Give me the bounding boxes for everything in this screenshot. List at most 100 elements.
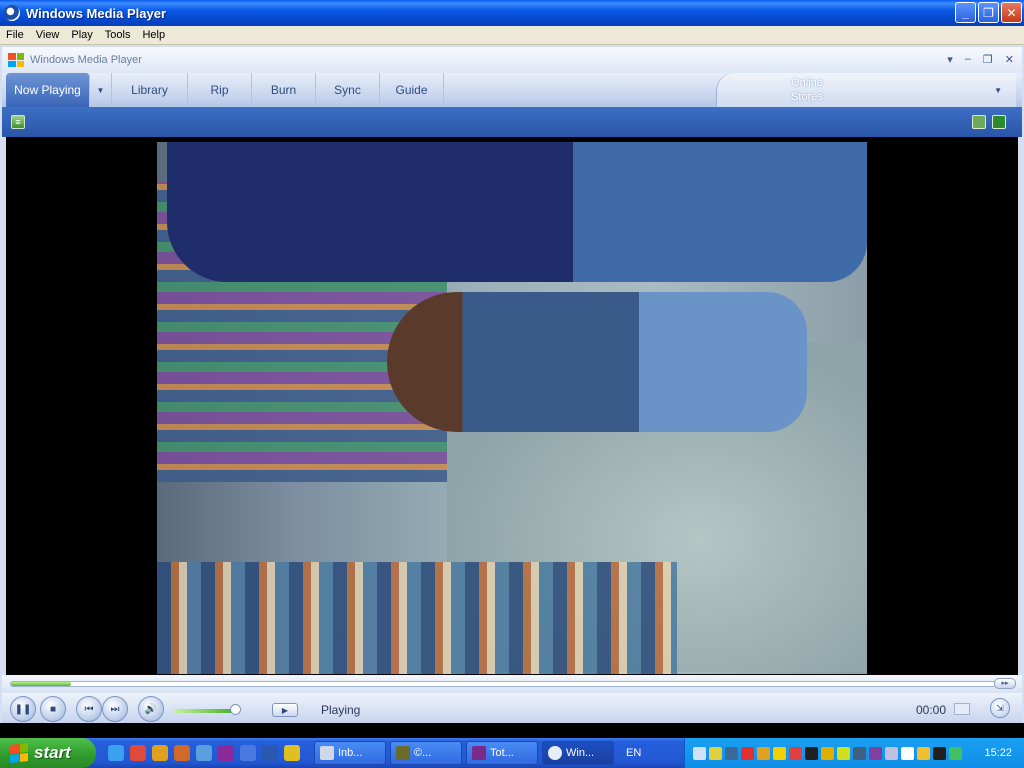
window-titlebar: Windows Media Player _ ❐ ✕	[0, 0, 1024, 26]
playback-controls: ❚❚ ■ ⏮ ⏭ 🔊 ▶ Playing 00:00 ⇲	[2, 693, 1022, 723]
wmp-close[interactable]: ✕	[1005, 53, 1014, 66]
now-playing-toolbar: ≡	[2, 107, 1022, 137]
battery-icon[interactable]	[837, 746, 850, 760]
window-controls: _ ❐ ✕	[955, 2, 1022, 23]
note-icon[interactable]	[773, 746, 786, 760]
disk-icon	[472, 746, 486, 760]
wmp-restore[interactable]: ❐	[983, 53, 993, 66]
enhancements-icon[interactable]	[954, 703, 970, 715]
start-label: start	[34, 743, 71, 762]
fullscreen-icon[interactable]	[992, 115, 1006, 129]
wmp-minimize[interactable]: –	[965, 53, 971, 66]
explorer-icon[interactable]	[174, 745, 190, 761]
tab-library[interactable]: Library	[112, 73, 188, 107]
windows-flag-icon	[10, 743, 28, 763]
menu-help[interactable]: Help	[136, 29, 171, 41]
media-player-icon	[548, 746, 562, 760]
app-tray-icon[interactable]	[725, 746, 738, 760]
maximize-button[interactable]: ❐	[978, 2, 999, 23]
next-button[interactable]: ⏭	[102, 696, 128, 722]
media-player-icon	[4, 5, 20, 21]
task-buttons: Inb... ©... Tot... Win...	[314, 741, 614, 765]
now-playing-dropdown[interactable]: ▼	[90, 73, 112, 107]
playback-status: Playing	[321, 703, 361, 717]
tab-burn[interactable]: Burn	[252, 73, 316, 107]
task-app-2[interactable]: ©...	[390, 741, 462, 765]
video-scene-child	[387, 292, 807, 432]
media-icon[interactable]	[196, 745, 212, 761]
warning-icon[interactable]	[709, 746, 722, 760]
mini-mode-button[interactable]: ⇲	[990, 698, 1010, 718]
menu-tools[interactable]: Tools	[99, 29, 137, 41]
seek-end-icon[interactable]: ▸▸	[994, 678, 1016, 689]
mail-icon	[320, 746, 334, 760]
people-icon[interactable]	[853, 746, 866, 760]
menu-bar: File View Play Tools Help	[0, 26, 1024, 45]
chart-icon[interactable]	[869, 746, 882, 760]
task-total[interactable]: Tot...	[466, 741, 538, 765]
shield-icon[interactable]	[741, 746, 754, 760]
minimize-button[interactable]: _	[955, 2, 976, 23]
wmp-frame: Windows Media Player ▾ – ❐ ✕ Now Playing…	[0, 45, 1024, 723]
ex-icon[interactable]	[805, 746, 818, 760]
stop-button[interactable]: ■	[40, 696, 66, 722]
start-button[interactable]: start	[0, 738, 96, 768]
mute-button[interactable]: 🔊	[138, 696, 164, 722]
previous-button[interactable]: ⏮	[76, 696, 102, 722]
menu-file[interactable]: File	[0, 29, 30, 41]
language-indicator[interactable]: EN	[626, 747, 641, 759]
close-button[interactable]: ✕	[1001, 2, 1022, 23]
online-stores-label: Online Stores	[791, 77, 823, 103]
wmp-tabs: Now Playing ▼ Library Rip Burn Sync Guid…	[2, 73, 1022, 107]
video-scene-adult	[167, 142, 867, 282]
folder-icon[interactable]	[757, 746, 770, 760]
wmp-title-controls: ▾ – ❐ ✕	[947, 53, 1014, 66]
elapsed-time: 00:00	[915, 703, 946, 717]
pen-icon[interactable]	[821, 746, 834, 760]
chevron-down-icon[interactable]: ▼	[994, 86, 1002, 95]
wmp-menu-toggle[interactable]: ▾	[947, 53, 953, 66]
ie-icon[interactable]	[108, 745, 124, 761]
video-area[interactable]	[6, 137, 1018, 675]
now-playing-options-icon[interactable]: ≡	[11, 115, 25, 129]
star-icon[interactable]	[885, 746, 898, 760]
taskbar: start Inb... ©... Tot... Win... EN 15:22	[0, 738, 1024, 768]
app-icon	[396, 746, 410, 760]
menu-view[interactable]: View	[30, 29, 66, 41]
outlook-icon[interactable]	[240, 745, 256, 761]
tab-guide[interactable]: Guide	[380, 73, 444, 107]
visualization-icon[interactable]	[972, 115, 986, 129]
task-windows-media-player[interactable]: Win...	[542, 741, 614, 765]
tab-now-playing[interactable]: Now Playing	[6, 73, 90, 107]
seek-track[interactable]	[10, 681, 1010, 687]
seek-bar[interactable]: ▸▸	[2, 675, 1022, 693]
task-inbox[interactable]: Inb...	[314, 741, 386, 765]
key-icon[interactable]	[284, 745, 300, 761]
tool-icon[interactable]	[262, 745, 278, 761]
tab-sync[interactable]: Sync	[316, 73, 380, 107]
volume-knob[interactable]	[229, 704, 241, 715]
play-icon[interactable]: ▶	[272, 703, 298, 717]
wmp-title: Windows Media Player	[30, 54, 142, 66]
window-title: Windows Media Player	[26, 5, 167, 21]
app-icon[interactable]	[152, 745, 168, 761]
quick-launch	[108, 745, 300, 761]
network-icon[interactable]	[693, 746, 706, 760]
globe-icon[interactable]	[949, 746, 962, 760]
wmp-titlebar: Windows Media Player ▾ – ❐ ✕	[2, 47, 1022, 73]
system-tray: 15:22	[684, 738, 1024, 768]
menu-play[interactable]: Play	[65, 29, 98, 41]
disk-icon[interactable]	[218, 745, 234, 761]
pause-button[interactable]: ❚❚	[10, 696, 36, 722]
clock[interactable]: 15:22	[984, 747, 1012, 759]
cross-icon[interactable]	[789, 746, 802, 760]
windows-logo-icon	[8, 53, 24, 67]
mail-tray-icon[interactable]	[901, 746, 914, 760]
online-stores[interactable]: Online Stores ▼	[716, 73, 1016, 107]
video-frame[interactable]	[157, 142, 867, 674]
diamond-icon[interactable]	[917, 746, 930, 760]
dog-icon[interactable]	[933, 746, 946, 760]
opera-icon[interactable]	[130, 745, 146, 761]
video-scene-shelves-lower	[157, 562, 677, 674]
tab-rip[interactable]: Rip	[188, 73, 252, 107]
